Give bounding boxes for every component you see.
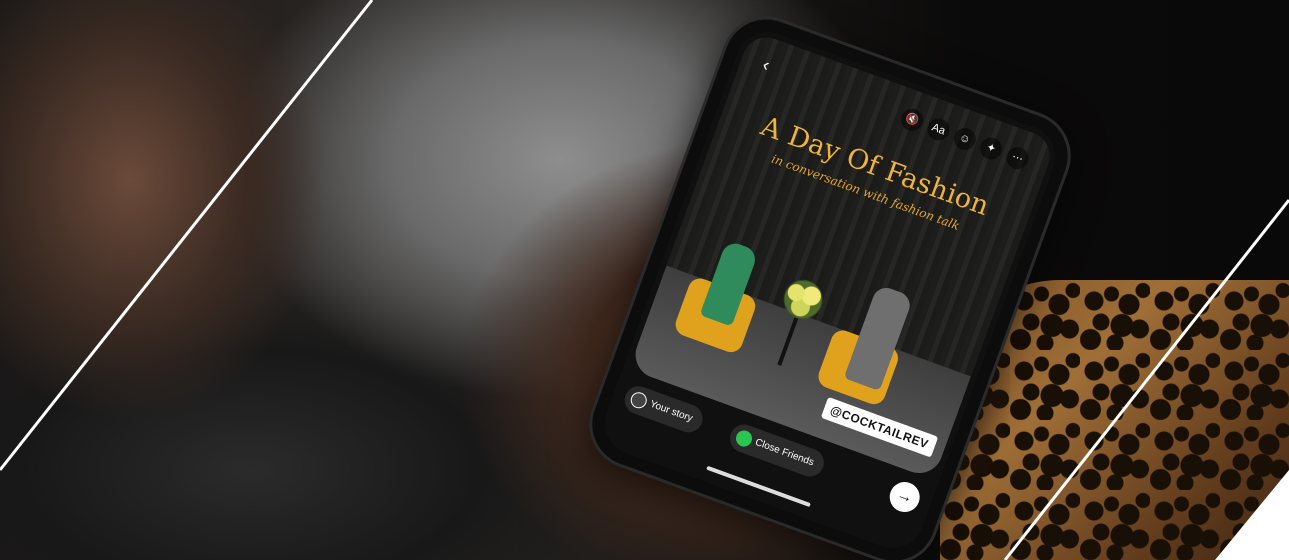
back-button[interactable]: ‹ [752, 51, 780, 79]
text-button[interactable]: Aa [924, 115, 953, 144]
more-button[interactable]: ⋯ [1003, 144, 1032, 173]
sticker-button[interactable]: ☺ [950, 124, 979, 154]
effects-button[interactable]: ✦ [976, 134, 1006, 163]
close-friends-label: Close Friends [753, 437, 816, 469]
photo-scene: ‹ 🔇 Aa ☺ ✦ ⋯ A Day Of Fashion in convers… [0, 0, 1289, 560]
send-button[interactable]: → [885, 477, 924, 517]
mute-button[interactable]: 🔇 [898, 105, 927, 134]
close-friends-icon [733, 428, 755, 449]
diagonal-line-right [1003, 199, 1289, 560]
diagonal-line-left [0, 0, 374, 471]
story-title: A Day Of Fashion [756, 110, 994, 223]
arrow-right-icon: → [894, 485, 916, 508]
corner-triangle [1215, 470, 1289, 560]
your-story-label: Your story [648, 398, 695, 425]
avatar-icon [628, 389, 650, 411]
